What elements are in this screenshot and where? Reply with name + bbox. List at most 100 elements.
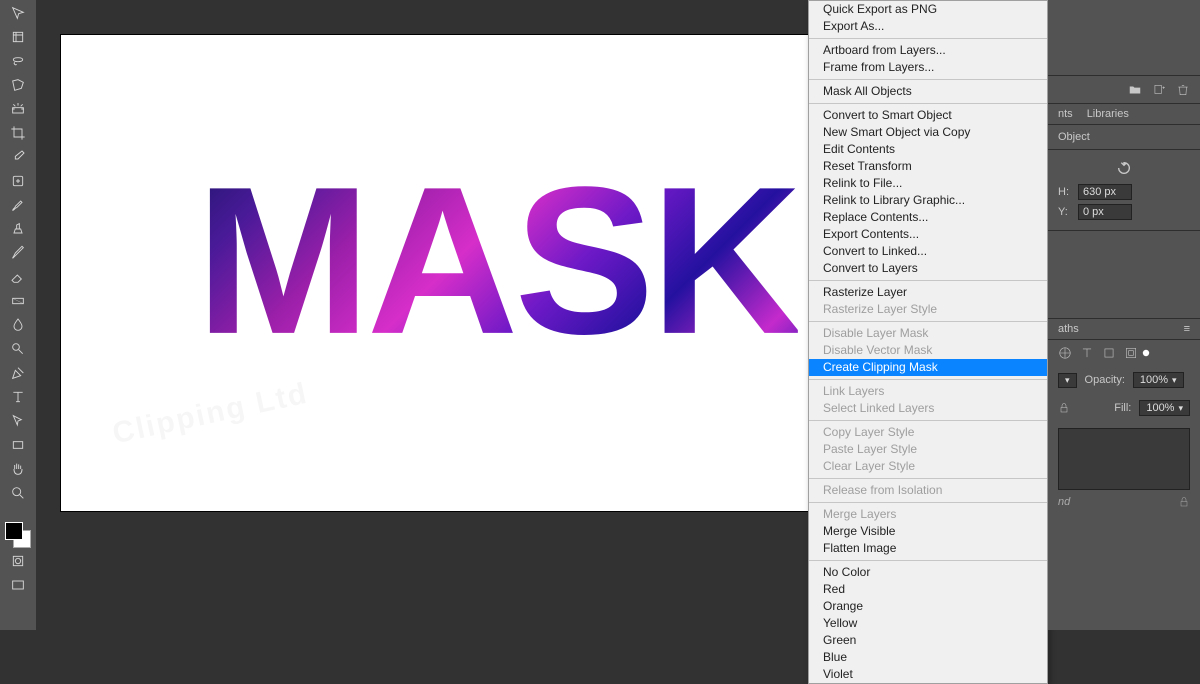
menu-separator xyxy=(809,560,1047,561)
zoom-tool[interactable] xyxy=(3,482,33,504)
y-label: Y: xyxy=(1058,206,1072,218)
menu-item-blue[interactable]: Blue xyxy=(809,649,1047,666)
blur-tool[interactable] xyxy=(3,314,33,336)
tool-palette xyxy=(0,0,36,630)
right-panel-column: nts Libraries Object H: Y: aths ≡ ▾ Opac… xyxy=(1048,0,1200,630)
layers-panel-tabs: aths ≡ xyxy=(1048,319,1200,340)
shape-filter-icon[interactable] xyxy=(1102,346,1116,360)
filter-pixel-icon[interactable] xyxy=(1058,346,1072,360)
layer-lock-icon xyxy=(1178,496,1190,508)
opacity-input[interactable]: 100%▾ xyxy=(1133,372,1184,388)
menu-item-disable-vector-mask: Disable Vector Mask xyxy=(809,342,1047,359)
panel-icon-strip xyxy=(1048,76,1200,104)
rectangle-tool[interactable] xyxy=(3,434,33,456)
menu-item-violet[interactable]: Violet xyxy=(809,666,1047,683)
toolbar-spacer xyxy=(3,506,33,516)
new-doc-icon[interactable] xyxy=(1152,83,1166,97)
color-swatch[interactable] xyxy=(5,522,31,548)
type-filter-icon[interactable] xyxy=(1080,346,1094,360)
blend-mode-chevron[interactable]: ▾ xyxy=(1058,373,1077,388)
menu-item-create-clipping-mask[interactable]: Create Clipping Mask xyxy=(809,359,1047,376)
menu-item-orange[interactable]: Orange xyxy=(809,598,1047,615)
gradient-tool[interactable] xyxy=(3,290,33,312)
y-input[interactable] xyxy=(1078,204,1132,220)
properties-panel-tabs: nts Libraries xyxy=(1048,104,1200,125)
tab-paths-partial[interactable]: aths xyxy=(1058,323,1079,335)
pen-tool[interactable] xyxy=(3,362,33,384)
hand-tool[interactable] xyxy=(3,458,33,480)
menu-item-rasterize-layer-style: Rasterize Layer Style xyxy=(809,301,1047,318)
menu-item-new-smart-object-via-copy[interactable]: New Smart Object via Copy xyxy=(809,124,1047,141)
fill-input[interactable]: 100%▾ xyxy=(1139,400,1190,416)
screen-mode-toggle[interactable] xyxy=(3,574,33,596)
type-tool[interactable] xyxy=(3,386,33,408)
menu-item-export-contents[interactable]: Export Contents... xyxy=(809,226,1047,243)
layer-context-menu: Quick Export as PNGExport As... Artboard … xyxy=(808,0,1048,684)
menu-separator xyxy=(809,79,1047,80)
menu-item-disable-layer-mask: Disable Layer Mask xyxy=(809,325,1047,342)
menu-item-yellow[interactable]: Yellow xyxy=(809,615,1047,632)
menu-item-red[interactable]: Red xyxy=(809,581,1047,598)
dodge-tool[interactable] xyxy=(3,338,33,360)
menu-item-flatten-image[interactable]: Flatten Image xyxy=(809,540,1047,557)
tab-libraries[interactable]: Libraries xyxy=(1087,108,1129,120)
menu-item-merge-visible[interactable]: Merge Visible xyxy=(809,523,1047,540)
menu-item-release-from-isolation: Release from Isolation xyxy=(809,482,1047,499)
properties-kind-label: Object xyxy=(1058,131,1190,143)
magic-wand-tool[interactable] xyxy=(3,98,33,120)
fill-label: Fill: xyxy=(1114,402,1131,414)
menu-item-frame-from-layers[interactable]: Frame from Layers... xyxy=(809,59,1047,76)
document-canvas[interactable]: MASK Clipping Ltd xyxy=(60,34,934,512)
eyedropper-tool[interactable] xyxy=(3,146,33,168)
clone-stamp-tool[interactable] xyxy=(3,218,33,240)
menu-item-reset-transform[interactable]: Reset Transform xyxy=(809,158,1047,175)
eraser-tool[interactable] xyxy=(3,266,33,288)
menu-item-paste-layer-style: Paste Layer Style xyxy=(809,441,1047,458)
menu-item-quick-export-as-png[interactable]: Quick Export as PNG xyxy=(809,1,1047,18)
path-select-tool[interactable] xyxy=(3,410,33,432)
menu-item-green[interactable]: Green xyxy=(809,632,1047,649)
menu-item-convert-to-smart-object[interactable]: Convert to Smart Object xyxy=(809,107,1047,124)
crop-tool[interactable] xyxy=(3,122,33,144)
menu-item-edit-contents[interactable]: Edit Contents xyxy=(809,141,1047,158)
menu-item-copy-layer-style: Copy Layer Style xyxy=(809,424,1047,441)
spot-heal-tool[interactable] xyxy=(3,170,33,192)
menu-item-no-color[interactable]: No Color xyxy=(809,564,1047,581)
artboard-tool[interactable] xyxy=(3,26,33,48)
foreground-color-swatch[interactable] xyxy=(5,522,23,540)
menu-item-convert-to-layers[interactable]: Convert to Layers xyxy=(809,260,1047,277)
polygon-lasso-tool[interactable] xyxy=(3,74,33,96)
opacity-label: Opacity: xyxy=(1085,374,1125,386)
trash-icon[interactable] xyxy=(1176,83,1190,97)
height-input[interactable] xyxy=(1078,184,1132,200)
reset-icon[interactable] xyxy=(1114,160,1134,176)
menu-item-replace-contents[interactable]: Replace Contents... xyxy=(809,209,1047,226)
menu-item-convert-to-linked[interactable]: Convert to Linked... xyxy=(809,243,1047,260)
menu-separator xyxy=(809,502,1047,503)
layers-icon-row xyxy=(1048,340,1200,366)
folder-icon[interactable] xyxy=(1128,83,1142,97)
height-label: H: xyxy=(1058,186,1072,198)
smart-filter-icon[interactable] xyxy=(1124,346,1138,360)
history-brush-tool[interactable] xyxy=(3,242,33,264)
quick-mask-toggle[interactable] xyxy=(3,550,33,572)
menu-separator xyxy=(809,280,1047,281)
menu-item-export-as[interactable]: Export As... xyxy=(809,18,1047,35)
tab-properties-partial[interactable]: nts xyxy=(1058,108,1073,120)
layer-name-partial[interactable]: nd xyxy=(1058,496,1070,508)
menu-item-rasterize-layer[interactable]: Rasterize Layer xyxy=(809,284,1047,301)
menu-item-artboard-from-layers[interactable]: Artboard from Layers... xyxy=(809,42,1047,59)
menu-item-mask-all-objects[interactable]: Mask All Objects xyxy=(809,83,1047,100)
watermark-text: Clipping Ltd xyxy=(110,377,312,452)
menu-separator xyxy=(809,321,1047,322)
menu-separator xyxy=(809,420,1047,421)
menu-separator xyxy=(809,478,1047,479)
brush-tool[interactable] xyxy=(3,194,33,216)
lock-icon[interactable] xyxy=(1058,402,1070,414)
layers-list-area[interactable] xyxy=(1058,428,1190,490)
menu-item-relink-to-library-graphic[interactable]: Relink to Library Graphic... xyxy=(809,192,1047,209)
menu-item-relink-to-file[interactable]: Relink to File... xyxy=(809,175,1047,192)
menu-item-merge-layers: Merge Layers xyxy=(809,506,1047,523)
lasso-tool[interactable] xyxy=(3,50,33,72)
move-tool[interactable] xyxy=(3,2,33,24)
